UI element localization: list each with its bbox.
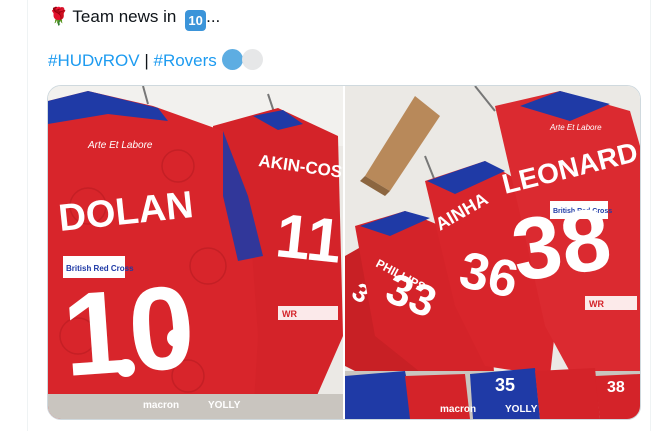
kit-partner-right: YOLLY [505, 404, 538, 415]
rose-emoji-icon: 🌹 [48, 7, 70, 26]
hashtag-rovers-link[interactable]: #Rovers [154, 51, 217, 70]
kit-manufacturer-right: macron [440, 404, 476, 415]
sleeve-sponsor: WR [282, 309, 297, 319]
photo-left[interactable]: AKIN-COSTELLO 11 WR Arte Et Labore DOLAN… [48, 86, 343, 419]
floor-shirt-number-38: 38 [607, 379, 625, 396]
player-number-11: 11 [273, 201, 343, 276]
tweet-text-line2: #HUDvROV | #Rovers [48, 49, 264, 71]
club-motto-right: Arte Et Labore [549, 123, 602, 132]
tweet-text: Team news in [72, 7, 177, 26]
kit-manufacturer: macron [143, 400, 179, 411]
timeline-right-border [650, 0, 651, 431]
separator: | [139, 51, 154, 70]
floor-shirt-number-35: 35 [495, 375, 515, 395]
sleeve-sponsor-right: WR [589, 299, 604, 309]
media-grid: AKIN-COSTELLO 11 WR Arte Et Labore DOLAN… [47, 85, 641, 420]
ellipsis: ... [206, 7, 221, 26]
player-number-38: 38 [506, 188, 617, 300]
keycap-ten-icon: 10 [185, 10, 207, 31]
blue-circle-icon [221, 49, 243, 70]
timeline-left-border [27, 0, 28, 431]
tweet-text-line1: 🌹 Team news in 10... [48, 7, 220, 31]
club-motto: Arte Et Labore [87, 140, 153, 151]
white-circle-icon [242, 49, 264, 70]
photo-right[interactable]: 3 PHILLIPS 33 AINHA 36 Arte Et Labore LE… [345, 86, 640, 419]
hashtag-hudvrov-link[interactable]: #HUDvROV [48, 51, 140, 70]
kit-partner: YOLLY [208, 400, 241, 411]
